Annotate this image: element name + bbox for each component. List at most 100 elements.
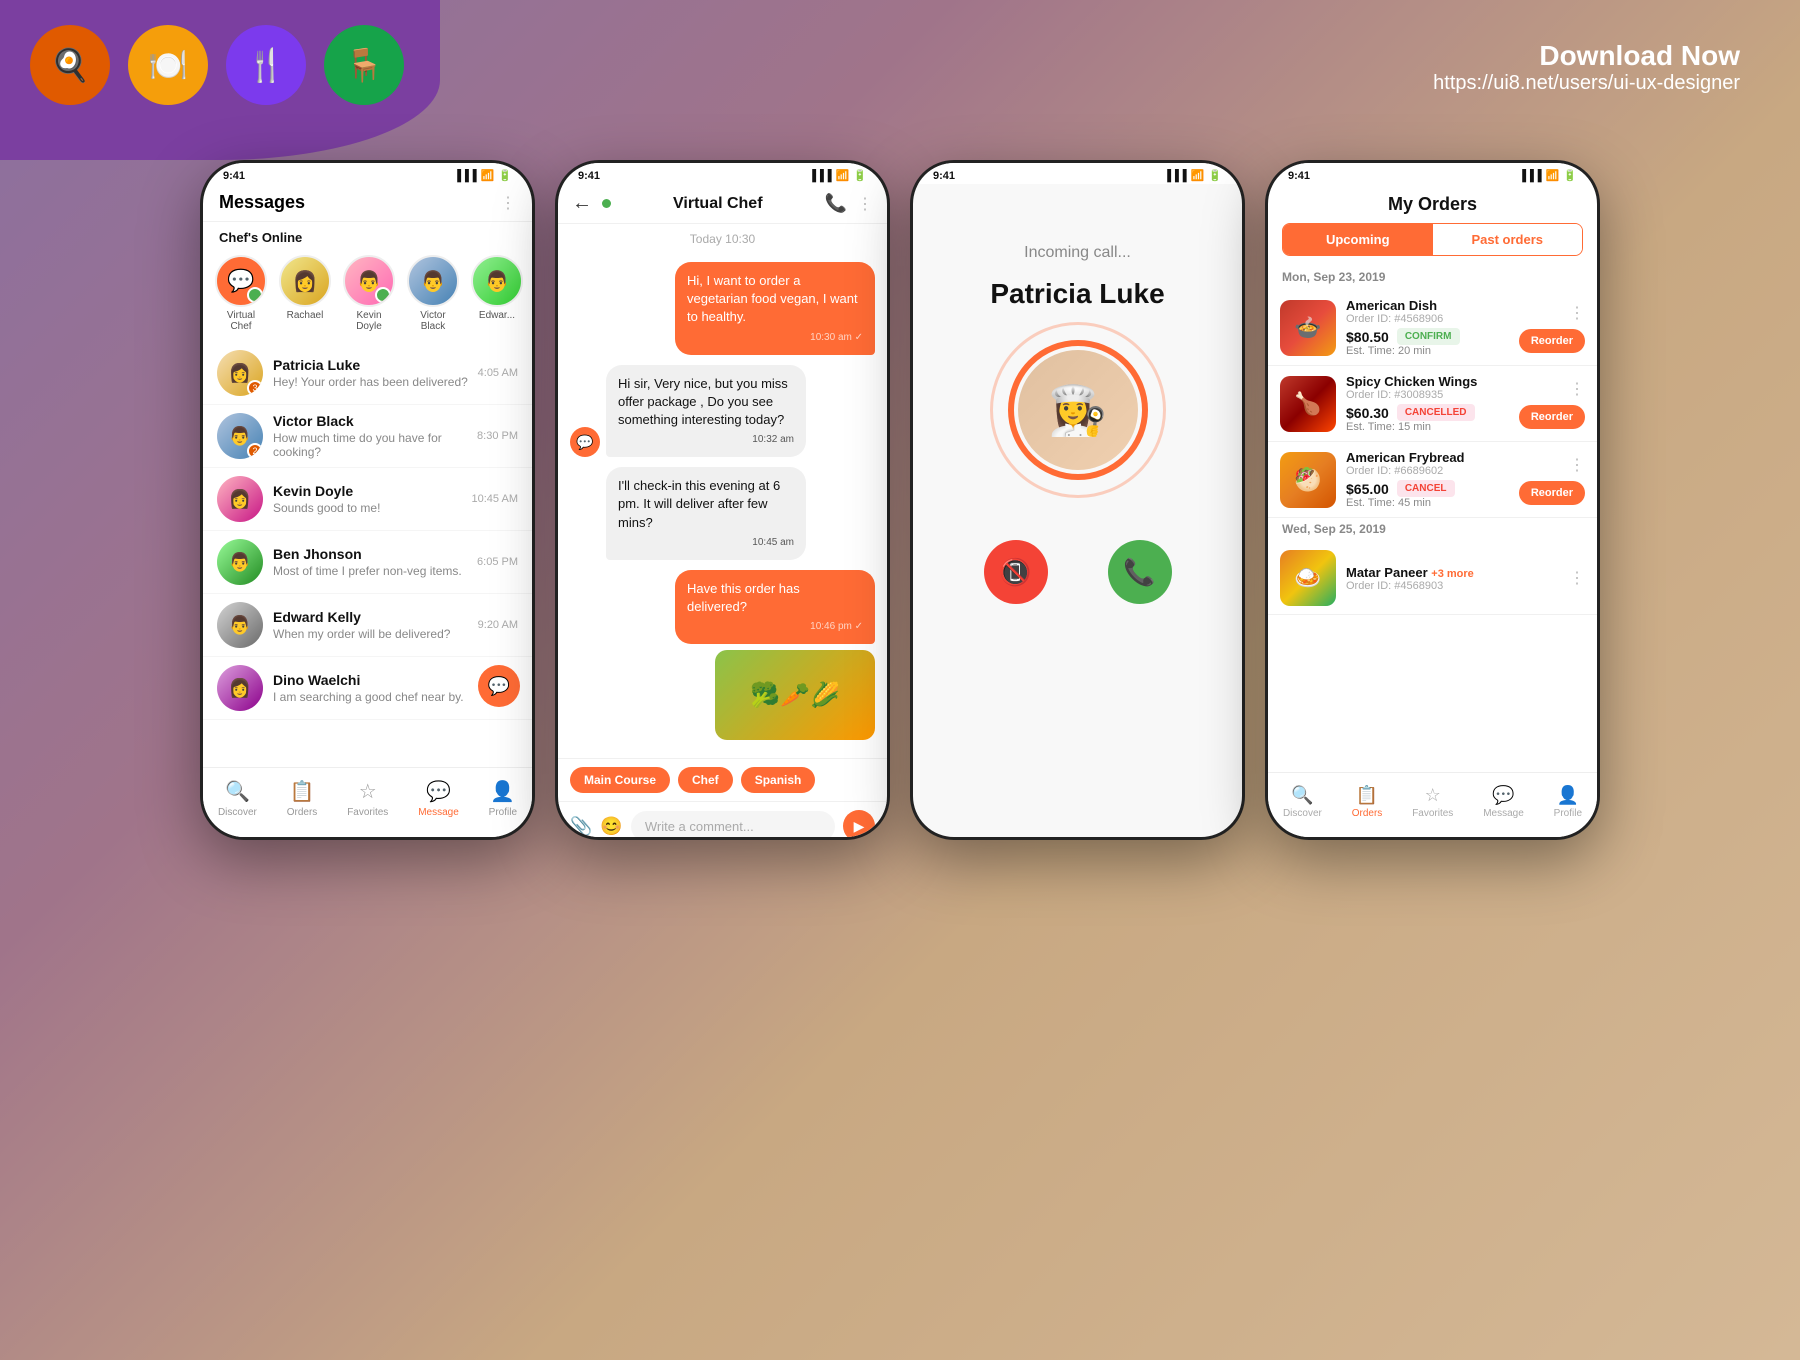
order-menu-paneer[interactable]: ⋮ [1569, 568, 1585, 588]
decline-button[interactable]: 📵 [984, 540, 1048, 604]
nav-orders-4[interactable]: 📋 Orders [1352, 785, 1383, 819]
msg-item-edward[interactable]: 👨 Edward Kelly When my order will be del… [203, 594, 532, 657]
msg-preview-patricia: Hey! Your order has been delivered? [273, 375, 478, 389]
order-card-spicy[interactable]: 🍗 Spicy Chicken Wings Order ID: #3008935… [1268, 366, 1597, 442]
chat-msg-recv-1: 💬 Hi sir, Very nice, but you miss offer … [570, 365, 875, 458]
order-card-american-dish[interactable]: 🍲 American Dish Order ID: #4568906 $80.5… [1268, 290, 1597, 366]
chat-input[interactable]: Write a comment... [631, 811, 835, 840]
order-menu-spicy[interactable]: ⋮ [1569, 379, 1585, 399]
chat-menu-icon[interactable]: ⋮ [857, 194, 873, 214]
nav-profile-1[interactable]: 👤 Profile [489, 779, 517, 818]
nav-orders-1[interactable]: 📋 Orders [287, 779, 318, 818]
nav-profile-4[interactable]: 👤 Profile [1554, 785, 1582, 819]
caller-name: Patricia Luke [990, 278, 1164, 310]
messages-menu-icon[interactable]: ⋮ [500, 193, 516, 213]
tag-chef[interactable]: Chef [678, 767, 733, 793]
app-icon-fork[interactable]: 🍴 [226, 25, 306, 105]
call-icon[interactable]: 📞 [825, 193, 847, 214]
order-info-frybread: American Frybread Order ID: #6689602 $65… [1346, 450, 1509, 509]
order-menu-american[interactable]: ⋮ [1569, 303, 1585, 323]
tab-past-orders[interactable]: Past orders [1433, 224, 1583, 255]
status-icons-1: ▐▐▐ 📶 🔋 [453, 169, 512, 182]
order-img-paneer: 🍛 [1280, 550, 1336, 606]
chef-wrap-edward[interactable]: 👨 Edwar... [471, 255, 523, 332]
chat-input-row: 📎 😊 Write a comment... ▶ [558, 801, 887, 840]
app-icon-chair[interactable]: 🪑 [324, 25, 404, 105]
compose-button[interactable]: 💬 [478, 665, 520, 707]
reorder-btn-frybread[interactable]: Reorder [1519, 481, 1585, 505]
msg-preview-victor: How much time do you have for cooking? [273, 431, 477, 459]
reorder-btn-american[interactable]: Reorder [1519, 329, 1585, 353]
phone-call: 9:41 ▐▐▐ 📶 🔋 Incoming call... Patricia L… [910, 160, 1245, 840]
nav-discover-4[interactable]: 🔍 Discover [1283, 785, 1322, 819]
msg-name-edward: Edward Kelly [273, 609, 478, 625]
chef-wrap-victor[interactable]: 👨 Victor Black [407, 255, 459, 332]
app-icon-plate[interactable]: 🍽️ [128, 25, 208, 105]
msg-item-dino[interactable]: 👩 Dino Waelchi I am searching a good che… [203, 657, 532, 720]
download-url: https://ui8.net/users/ui-ux-designer [1433, 72, 1740, 95]
chef-wrap-virtual[interactable]: 💬 Virtual Chef [215, 255, 267, 332]
battery-icon-4: 🔋 [1563, 169, 1577, 182]
attachment-icon[interactable]: 📎 [570, 816, 592, 837]
favorites-icon-1: ☆ [359, 779, 377, 804]
chef-name-edward: Edwar... [479, 310, 515, 321]
reorder-btn-spicy[interactable]: Reorder [1519, 405, 1585, 429]
accept-button[interactable]: 📞 [1108, 540, 1172, 604]
emoji-icon[interactable]: 😊 [600, 816, 622, 837]
nav-favorites-1[interactable]: ☆ Favorites [347, 779, 388, 818]
order-tabs: Upcoming Past orders [1282, 223, 1583, 256]
tab-upcoming[interactable]: Upcoming [1283, 224, 1433, 255]
phone-chat: 9:41 ▐▐▐ 📶 🔋 ← Virtual Chef 📞 ⋮ Today 10… [555, 160, 890, 840]
bubble-sent-2: Have this order has delivered? 10:46 pm … [675, 570, 875, 644]
app-icon-chef[interactable]: 🍳 [30, 25, 110, 105]
msg-item-ben[interactable]: 👨 Ben Jhonson Most of time I prefer non-… [203, 531, 532, 594]
order-info-paneer: Matar Paneer +3 more Order ID: #4568903 [1346, 565, 1559, 592]
msg-time-kevin: 10:45 AM [472, 493, 518, 505]
nav-favorites-4[interactable]: ☆ Favorites [1412, 785, 1453, 819]
msg-time-ben: 6:05 PM [477, 556, 518, 568]
order-card-frybread[interactable]: 🥙 American Frybread Order ID: #6689602 $… [1268, 442, 1597, 518]
nav-message-1[interactable]: 💬 Message [418, 779, 459, 818]
tag-spanish[interactable]: Spanish [741, 767, 816, 793]
order-id-frybread: Order ID: #6689602 [1346, 465, 1509, 477]
bubble-sent-1: Hi, I want to order a vegetarian food ve… [675, 262, 875, 355]
status-time-1: 9:41 [223, 170, 245, 182]
order-status-american: CONFIRM [1397, 328, 1460, 345]
msg-item-kevin[interactable]: 👩 Kevin Doyle Sounds good to me! 10:45 A… [203, 468, 532, 531]
back-icon[interactable]: ← [572, 192, 592, 215]
nav-label-profile-1: Profile [489, 807, 517, 818]
order-name-frybread: American Frybread [1346, 450, 1509, 465]
nav-message-4[interactable]: 💬 Message [1483, 785, 1524, 819]
favorites-icon-4: ☆ [1425, 785, 1441, 806]
order-card-paneer[interactable]: 🍛 Matar Paneer +3 more Order ID: #456890… [1268, 542, 1597, 615]
order-price-spicy: $60.30 [1346, 405, 1389, 421]
bubble-recv-2: I'll check-in this evening at 6 pm. It w… [606, 467, 806, 560]
bubble-recv-1: Hi sir, Very nice, but you miss offer pa… [606, 365, 806, 458]
wifi-icon-2: 📶 [836, 169, 850, 182]
tag-main-course[interactable]: Main Course [570, 767, 670, 793]
profile-icon-4: 👤 [1557, 785, 1579, 806]
status-time-2: 9:41 [578, 170, 600, 182]
chef-wrap-rachael[interactable]: 👩 Rachael [279, 255, 331, 332]
chef-wrap-kevin[interactable]: 👨 Kevin Doyle [343, 255, 395, 332]
order-id-paneer: Order ID: #4568903 [1346, 580, 1559, 592]
nav-discover-1[interactable]: 🔍 Discover [218, 779, 257, 818]
phone-messages: 9:41 ▐▐▐ 📶 🔋 Messages ⋮ Chef's Online 💬 … [200, 160, 535, 840]
msg-avatar-ben: 👨 [217, 539, 263, 585]
msg-time-victor: 8:30 PM [477, 430, 518, 442]
nav-label-profile-4: Profile [1554, 808, 1582, 819]
msg-item-patricia[interactable]: 👩 3 Patricia Luke Hey! Your order has be… [203, 342, 532, 405]
battery-icon-2: 🔋 [853, 169, 867, 182]
status-time-4: 9:41 [1288, 170, 1310, 182]
nav-label-message-4: Message [1483, 808, 1524, 819]
order-price-frybread: $65.00 [1346, 481, 1389, 497]
phone-orders: 9:41 ▐▐▐ 📶 🔋 My Orders Upcoming Past ord… [1265, 160, 1600, 840]
signal-icon-2: ▐▐▐ [808, 170, 831, 182]
bubble-text-recv-2: I'll check-in this evening at 6 pm. It w… [618, 478, 780, 529]
msg-item-victor[interactable]: 👨 2 Victor Black How much time do you ha… [203, 405, 532, 468]
order-menu-frybread[interactable]: ⋮ [1569, 455, 1585, 475]
send-button[interactable]: ▶ [843, 810, 875, 840]
order-more-label: +3 more [1431, 568, 1474, 580]
chat-tags: Main Course Chef Spanish [558, 758, 887, 801]
chat-header: ← Virtual Chef 📞 ⋮ [558, 184, 887, 224]
